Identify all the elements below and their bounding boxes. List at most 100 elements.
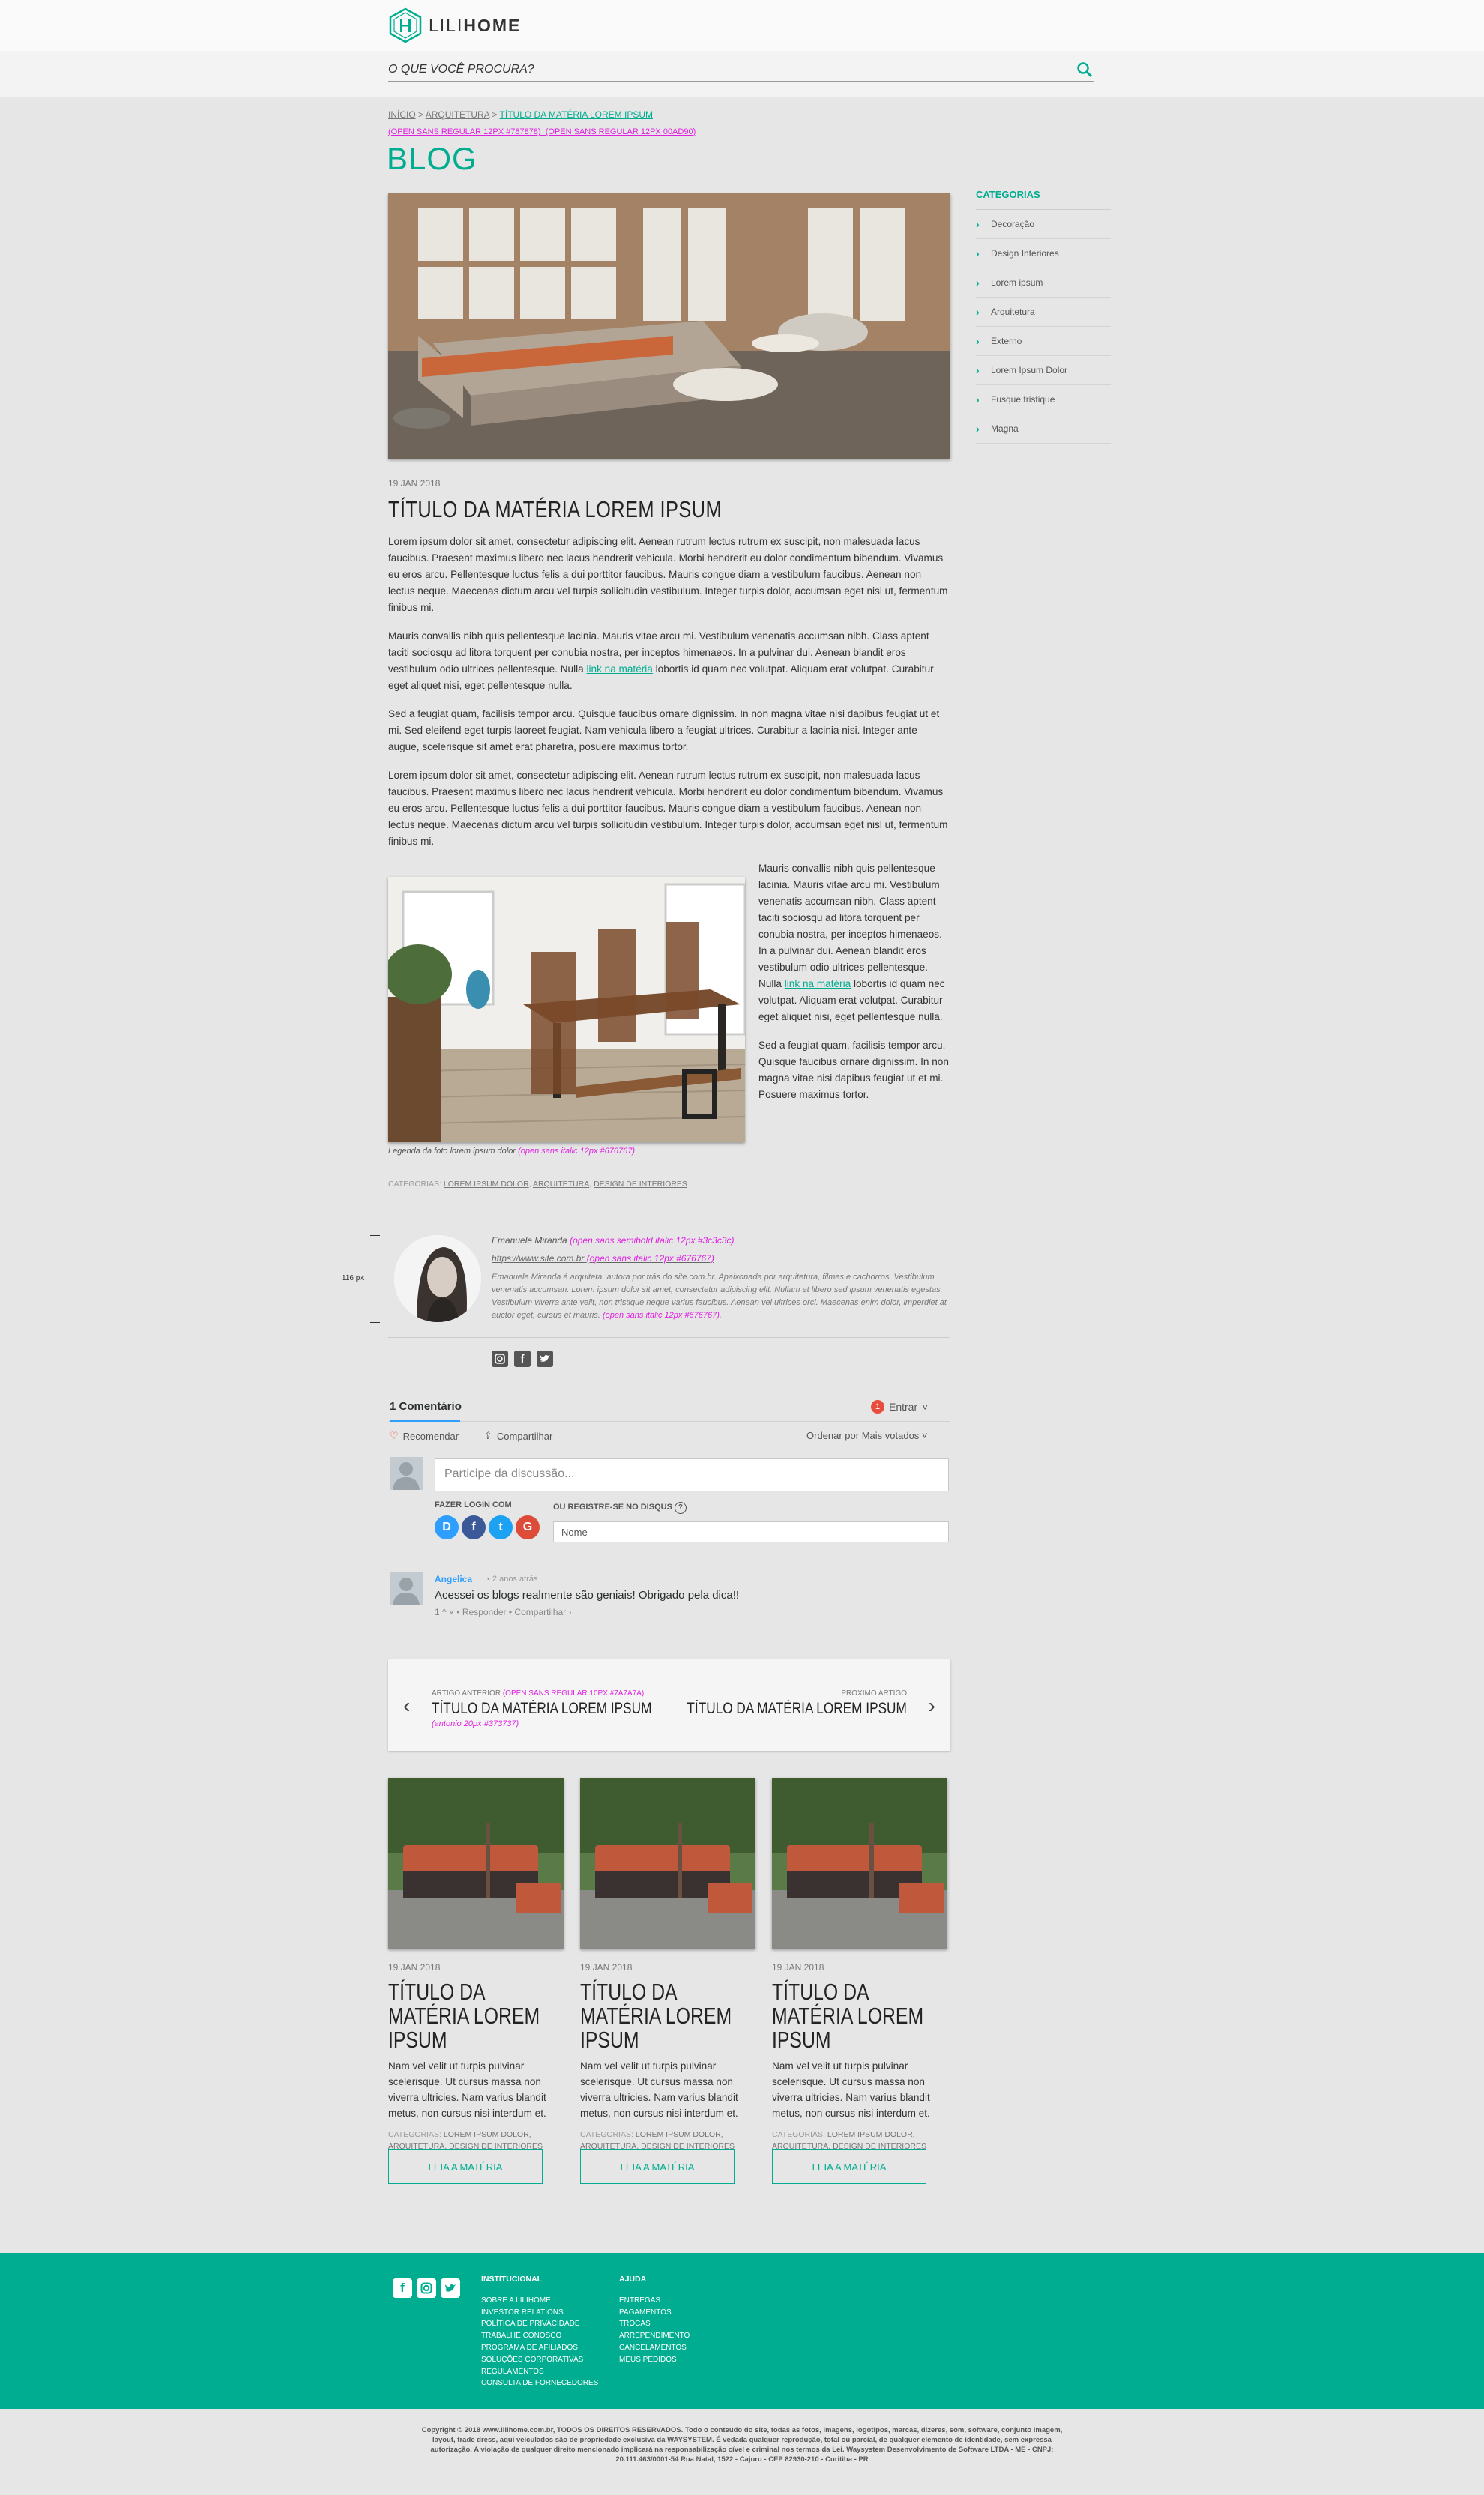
footer-link[interactable]: REGULAMENTOS bbox=[481, 2366, 598, 2378]
image-caption: Legenda da foto lorem ipsum dolor (open … bbox=[388, 1147, 636, 1156]
breadcrumb-spec-note: (OPEN SANS REGULAR 12PX #787878) (OPEN S… bbox=[388, 127, 696, 136]
post-categories: CATEGORIAS: LOREM IPSUM DOLOR, ARQUITETU… bbox=[388, 1180, 687, 1189]
breadcrumb-home[interactable]: INÍCIO bbox=[388, 109, 416, 120]
chevron-down-icon: ˅ bbox=[922, 1401, 929, 1413]
comment-count-tab[interactable]: 1 Comentário bbox=[390, 1400, 462, 1413]
breadcrumb-category[interactable]: ARQUITETURA bbox=[426, 109, 489, 120]
login-with-label: FAZER LOGIN COM bbox=[435, 1500, 512, 1509]
article-paragraph: Mauris convallis nibh quis pellentesque … bbox=[388, 630, 934, 691]
lilihome-logo[interactable]: LILIHOME bbox=[388, 6, 521, 45]
footer-link[interactable]: MEUS PEDIDOS bbox=[619, 2354, 690, 2366]
search-input[interactable]: O QUE VOCÊ PROCURA? bbox=[388, 63, 534, 76]
facebook-icon[interactable]: f bbox=[514, 1351, 531, 1367]
footer-link[interactable]: TRABALHE CONOSCO bbox=[481, 2330, 598, 2342]
name-field[interactable]: Nome bbox=[553, 1521, 949, 1542]
related-excerpt: Nam vel velit ut turpis pulvinar sceleri… bbox=[388, 2060, 546, 2119]
author-name: Emanuele Miranda (open sans semibold ita… bbox=[492, 1235, 735, 1246]
read-more-button[interactable]: LEIA A MATÉRIA bbox=[388, 2149, 543, 2184]
footer-social: f bbox=[393, 2278, 460, 2298]
footer-column-institucional: INSTITUCIONAL SOBRE A LILIHOME INVESTOR … bbox=[481, 2274, 598, 2389]
footer-link[interactable]: CANCELAMENTOS bbox=[619, 2342, 690, 2354]
footer-link[interactable]: PROGRAMA DE AFILIADOS bbox=[481, 2342, 598, 2354]
chevron-down-icon: ˅ bbox=[921, 1430, 928, 1441]
related-image[interactable] bbox=[388, 1778, 564, 1949]
footer-link[interactable]: TROCAS bbox=[619, 2318, 690, 2330]
recommend-button[interactable]: ♡ Recomendar bbox=[390, 1430, 459, 1442]
comment-input[interactable]: Participe da discussão... bbox=[435, 1458, 949, 1491]
user-avatar bbox=[390, 1457, 423, 1490]
instagram-icon[interactable] bbox=[492, 1351, 508, 1367]
category-link[interactable]: DESIGN DE INTERIORES bbox=[594, 1180, 687, 1189]
article-link[interactable]: link na matéria bbox=[785, 978, 851, 989]
post-navigation: ‹ ARTIGO ANTERIOR (OPEN SANS REGULAR 10P… bbox=[388, 1659, 950, 1751]
article-paragraph: Lorem ipsum dolor sit amet, consectetur … bbox=[388, 770, 948, 847]
related-title[interactable]: TÍTULO DA MATÉRIA LOREM IPSUM bbox=[772, 1980, 946, 2052]
related-title[interactable]: TÍTULO DA MATÉRIA LOREM IPSUM bbox=[388, 1980, 562, 2052]
sidebar-item-arquitetura[interactable]: › Arquitetura bbox=[976, 298, 1111, 327]
comment-actions[interactable]: 1 ^ ˅ • Responder • Compartilhar › bbox=[435, 1607, 571, 1617]
tab-divider bbox=[388, 1421, 950, 1422]
sidebar-item-design-interiores[interactable]: › Design Interiores bbox=[976, 239, 1111, 268]
footer-link[interactable]: INVESTOR RELATIONS bbox=[481, 2307, 598, 2319]
related-title[interactable]: TÍTULO DA MATÉRIA LOREM IPSUM bbox=[580, 1980, 754, 2052]
sidebar-item-lorem-ipsum-dolor[interactable]: › Lorem Ipsum Dolor bbox=[976, 356, 1111, 385]
share-button[interactable]: ⇪ Compartilhar bbox=[484, 1430, 552, 1442]
facebook-login-icon[interactable]: f bbox=[462, 1515, 486, 1539]
breadcrumb-separator: > bbox=[418, 109, 424, 120]
sidebar-item-decoracao[interactable]: › Decoração bbox=[976, 210, 1111, 239]
related-card: 19 JAN 2018 TÍTULO DA MATÉRIA LOREM IPSU… bbox=[388, 1778, 564, 2184]
footer-column-ajuda: AJUDA ENTREGAS PAGAMENTOS TROCAS ARREPEN… bbox=[619, 2274, 690, 2366]
related-image[interactable] bbox=[772, 1778, 947, 1949]
instagram-icon[interactable] bbox=[417, 2278, 436, 2298]
commenter-name[interactable]: Angelica bbox=[435, 1574, 472, 1584]
sidebar-item-lorem-ipsum[interactable]: › Lorem ipsum bbox=[976, 268, 1111, 298]
breadcrumb: INÍCIO > ARQUITETURA > TÍTULO DA MATÉRIA… bbox=[388, 109, 653, 120]
category-link[interactable]: ARQUITETURA bbox=[533, 1180, 589, 1189]
chevron-right-icon: › bbox=[976, 247, 980, 259]
sidebar-item-externo[interactable]: › Externo bbox=[976, 327, 1111, 356]
footer-link[interactable]: SOBRE A LILIHOME bbox=[481, 2295, 598, 2307]
author-site-link[interactable]: https://www.site.com.br (open sans itali… bbox=[492, 1253, 714, 1264]
login-button[interactable]: 1 Entrar ˅ bbox=[871, 1400, 928, 1414]
footer-link[interactable]: SOLUÇÕES CORPORATIVAS bbox=[481, 2354, 598, 2366]
article-link[interactable]: link na matéria bbox=[586, 663, 652, 675]
comment-time[interactable]: • 2 anos atrás bbox=[487, 1575, 537, 1584]
notification-badge: 1 bbox=[871, 1400, 884, 1414]
chevron-right-icon: › bbox=[976, 277, 980, 289]
chevron-right-icon: › bbox=[976, 335, 980, 347]
twitter-login-icon[interactable]: t bbox=[489, 1515, 513, 1539]
search-underline bbox=[388, 81, 1094, 82]
chevron-left-icon[interactable]: ‹ bbox=[403, 1694, 410, 1718]
twitter-icon[interactable] bbox=[441, 2278, 460, 2298]
site-header bbox=[0, 0, 1484, 51]
breadcrumb-current[interactable]: TÍTULO DA MATÉRIA LOREM IPSUM bbox=[500, 109, 653, 120]
google-login-icon[interactable]: G bbox=[516, 1515, 540, 1539]
sidebar-item-fusque-tristique[interactable]: › Fusque tristique bbox=[976, 385, 1111, 414]
post-title: TÍTULO DA MATÉRIA LOREM IPSUM bbox=[388, 496, 723, 522]
search-icon[interactable] bbox=[1076, 61, 1093, 78]
footer-link[interactable]: ARREPENDIMENTO bbox=[619, 2330, 690, 2342]
footer-link[interactable]: PAGAMENTOS bbox=[619, 2307, 690, 2319]
footer-link[interactable]: POLÍTICA DE PRIVACIDADE bbox=[481, 2318, 598, 2330]
sidebar-item-magna[interactable]: › Magna bbox=[976, 414, 1111, 444]
ruler-label: 116 px bbox=[342, 1274, 364, 1282]
commenter-avatar[interactable] bbox=[390, 1572, 423, 1605]
twitter-icon[interactable] bbox=[537, 1351, 553, 1367]
category-link[interactable]: LOREM IPSUM DOLOR bbox=[444, 1180, 529, 1189]
next-article-title[interactable]: TÍTULO DA MATÉRIA LOREM IPSUM bbox=[687, 1700, 907, 1718]
help-icon[interactable]: ? bbox=[674, 1502, 687, 1514]
read-more-button[interactable]: LEIA A MATÉRIA bbox=[580, 2149, 735, 2184]
footer-link[interactable]: ENTREGAS bbox=[619, 2295, 690, 2307]
disqus-login-icon[interactable]: D bbox=[435, 1515, 459, 1539]
prev-article-title[interactable]: TÍTULO DA MATÉRIA LOREM IPSUM bbox=[432, 1700, 651, 1718]
footer-heading: AJUDA bbox=[619, 2275, 647, 2284]
sort-dropdown[interactable]: Ordenar por Mais votados ˅ bbox=[806, 1430, 928, 1441]
related-image[interactable] bbox=[580, 1778, 755, 1949]
related-date: 19 JAN 2018 bbox=[772, 1962, 824, 1973]
chevron-right-icon[interactable]: › bbox=[929, 1694, 935, 1718]
footer-link[interactable]: CONSULTA DE FORNECEDORES bbox=[481, 2377, 598, 2389]
facebook-icon[interactable]: f bbox=[393, 2278, 412, 2298]
prev-article-spec: (antonio 20px #373737) bbox=[432, 1719, 519, 1728]
read-more-button[interactable]: LEIA A MATÉRIA bbox=[772, 2149, 926, 2184]
heart-icon: ♡ bbox=[390, 1430, 399, 1441]
